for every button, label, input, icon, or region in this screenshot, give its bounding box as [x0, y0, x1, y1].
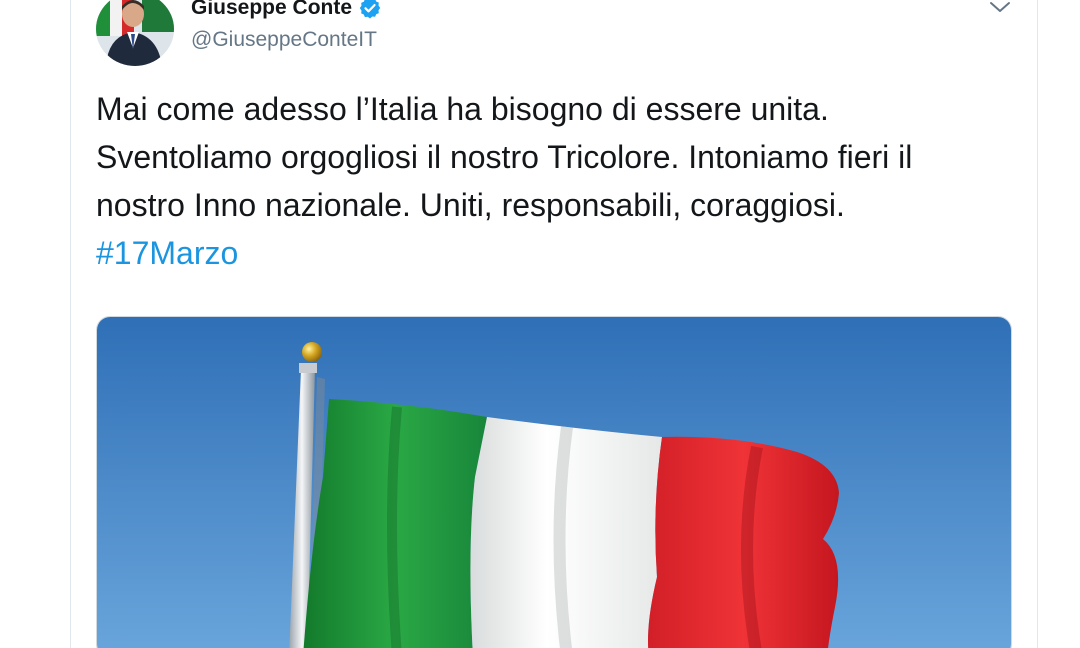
chevron-down-icon [990, 2, 1010, 12]
tweet-body-text: Mai come adesso l’Italia ha bisogno di e… [96, 91, 913, 223]
author-name[interactable]: Giuseppe Conte [191, 0, 382, 20]
italian-flag-photo [97, 317, 1011, 648]
author-name-text: Giuseppe Conte [191, 0, 353, 19]
verified-badge-icon [359, 0, 381, 19]
author-handle[interactable]: @GiuseppeConteIT [191, 28, 377, 52]
tweet-media-image[interactable] [96, 316, 1012, 648]
tweet-page: Giuseppe Conte @GiuseppeConteIT Mai come… [0, 0, 1080, 648]
tweet-menu-button[interactable] [986, 0, 1014, 16]
tweet-text: Mai come adesso l’Italia ha bisogno di e… [96, 85, 996, 277]
hashtag-link[interactable]: #17Marzo [96, 235, 238, 271]
